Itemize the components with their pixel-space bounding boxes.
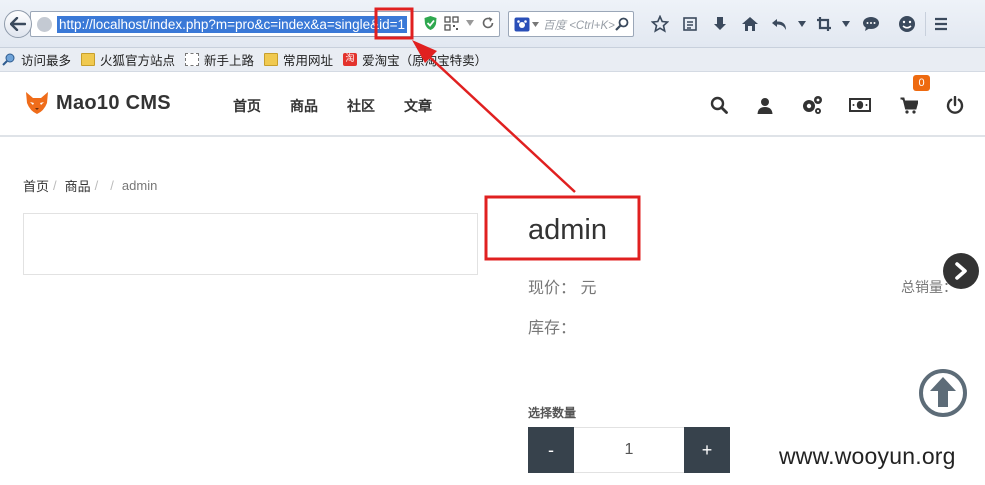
- bookmark-getting-started[interactable]: 新手上路: [185, 50, 254, 69]
- quantity-stepper: - +: [528, 427, 730, 473]
- bookmark-ai-taobao[interactable]: 淘 爱淘宝（原淘宝特卖）: [343, 50, 487, 69]
- browser-toolbar: http://localhost/index.php?m=pro&c=index…: [0, 0, 985, 48]
- bookmark-label: 常用网址: [283, 53, 334, 68]
- nav-home[interactable]: 首页: [233, 96, 261, 116]
- download-icon[interactable]: [705, 12, 735, 36]
- bookmark-most-visited[interactable]: 访问最多: [2, 50, 71, 69]
- back-button[interactable]: [4, 10, 32, 38]
- breadcrumb-products[interactable]: 商品: [65, 176, 91, 195]
- stock-label: 库存：: [528, 320, 577, 337]
- bookmark-label: 新手上路: [204, 53, 255, 68]
- search-engine-icon[interactable]: [514, 17, 530, 32]
- price-row: 现价： 元: [528, 274, 596, 298]
- chat-icon[interactable]: [853, 12, 889, 36]
- settings-icon[interactable]: [799, 92, 825, 118]
- pin-icon: [2, 53, 15, 66]
- price-unit: 元: [580, 280, 597, 297]
- url-bar[interactable]: http://localhost/index.php?m=pro&c=index…: [30, 11, 500, 37]
- screenshot-root: http://localhost/index.php?m=pro&c=index…: [0, 0, 985, 485]
- quantity-label: 选择数量: [528, 406, 577, 420]
- dropdown-icon[interactable]: [532, 22, 539, 27]
- price-label: 现价：: [528, 280, 577, 297]
- dropdown-icon[interactable]: [795, 12, 809, 36]
- star-icon[interactable]: [645, 12, 675, 36]
- reload-icon[interactable]: [481, 16, 495, 30]
- cart-icon[interactable]: [896, 92, 922, 118]
- header-icons: [705, 92, 975, 118]
- breadcrumb-separator: /: [110, 178, 114, 193]
- bookmark-label: 访问最多: [21, 53, 72, 68]
- next-product-button[interactable]: [943, 253, 979, 289]
- dashed-page-icon: [185, 53, 200, 66]
- product-image-box: [23, 213, 478, 275]
- logo-text: Mao10 CMS: [56, 91, 171, 114]
- stock-row: 库存：: [528, 314, 576, 338]
- quantity-input[interactable]: [574, 427, 684, 473]
- taobao-icon: 淘: [343, 53, 358, 66]
- nav-articles[interactable]: 文章: [404, 96, 432, 116]
- bookmarks-bar: 访问最多 火狐官方站点 新手上路 常用网址 淘 爱淘宝（原淘宝特卖）: [0, 48, 985, 72]
- site-header: Mao10 CMS 首页 商品 社区 文章: [0, 72, 985, 137]
- crop-icon[interactable]: [809, 12, 839, 36]
- url-text[interactable]: http://localhost/index.php?m=pro&c=index…: [57, 16, 407, 33]
- breadcrumb-current: admin: [121, 178, 158, 193]
- qr-code-icon[interactable]: [444, 15, 459, 31]
- watermark: www.wooyun.org: [779, 443, 956, 469]
- url-bar-icons: [423, 15, 495, 31]
- power-icon[interactable]: [942, 92, 968, 118]
- quantity-plus-button[interactable]: +: [684, 427, 730, 473]
- money-icon[interactable]: [847, 92, 873, 118]
- reading-list-icon[interactable]: [675, 12, 705, 36]
- bookmark-common-sites[interactable]: 常用网址: [264, 50, 333, 69]
- nav-community[interactable]: 社区: [347, 96, 375, 116]
- bookmark-firefox-official[interactable]: 火狐官方站点: [81, 50, 175, 69]
- dropdown-icon[interactable]: [465, 19, 475, 27]
- breadcrumb-separator: /: [94, 178, 99, 193]
- menu-icon[interactable]: [925, 12, 955, 36]
- folder-icon: [264, 53, 279, 66]
- chevron-right-icon: [955, 262, 967, 280]
- search-icon[interactable]: [615, 17, 629, 31]
- site-logo[interactable]: Mao10 CMS: [24, 90, 171, 116]
- user-icon[interactable]: [752, 92, 778, 118]
- fox-logo-icon: [26, 92, 48, 114]
- quantity-minus-button[interactable]: -: [528, 427, 574, 473]
- bookmark-label: 火狐官方站点: [100, 53, 176, 68]
- breadcrumb-separator: /: [53, 178, 57, 193]
- search-bar[interactable]: 百度 <Ctrl+K>: [508, 11, 634, 37]
- bookmark-label: 爱淘宝（原淘宝特卖）: [362, 53, 488, 68]
- scroll-to-top-button[interactable]: [918, 368, 968, 418]
- product-title: admin: [528, 214, 607, 246]
- cart-count-badge: 0: [913, 75, 930, 91]
- browser-nav-icons: [645, 12, 955, 36]
- arrow-up-circle-icon: [919, 369, 967, 417]
- nav-products[interactable]: 商品: [290, 96, 318, 116]
- search-icon[interactable]: [706, 92, 732, 118]
- emoji-icon[interactable]: [889, 12, 925, 36]
- undo-icon[interactable]: [765, 12, 795, 36]
- breadcrumb-home[interactable]: 首页: [23, 176, 49, 195]
- dropdown-icon[interactable]: [839, 12, 853, 36]
- globe-icon: [37, 17, 52, 32]
- shield-check-icon[interactable]: [423, 15, 438, 31]
- search-placeholder: 百度 <Ctrl+K>: [543, 20, 615, 32]
- main-nav: 首页 商品 社区 文章: [233, 96, 461, 116]
- breadcrumb: 首页 / 商品 / / admin: [23, 176, 157, 195]
- back-arrow-icon: [10, 17, 26, 31]
- home-icon[interactable]: [735, 12, 765, 36]
- folder-icon: [81, 53, 96, 66]
